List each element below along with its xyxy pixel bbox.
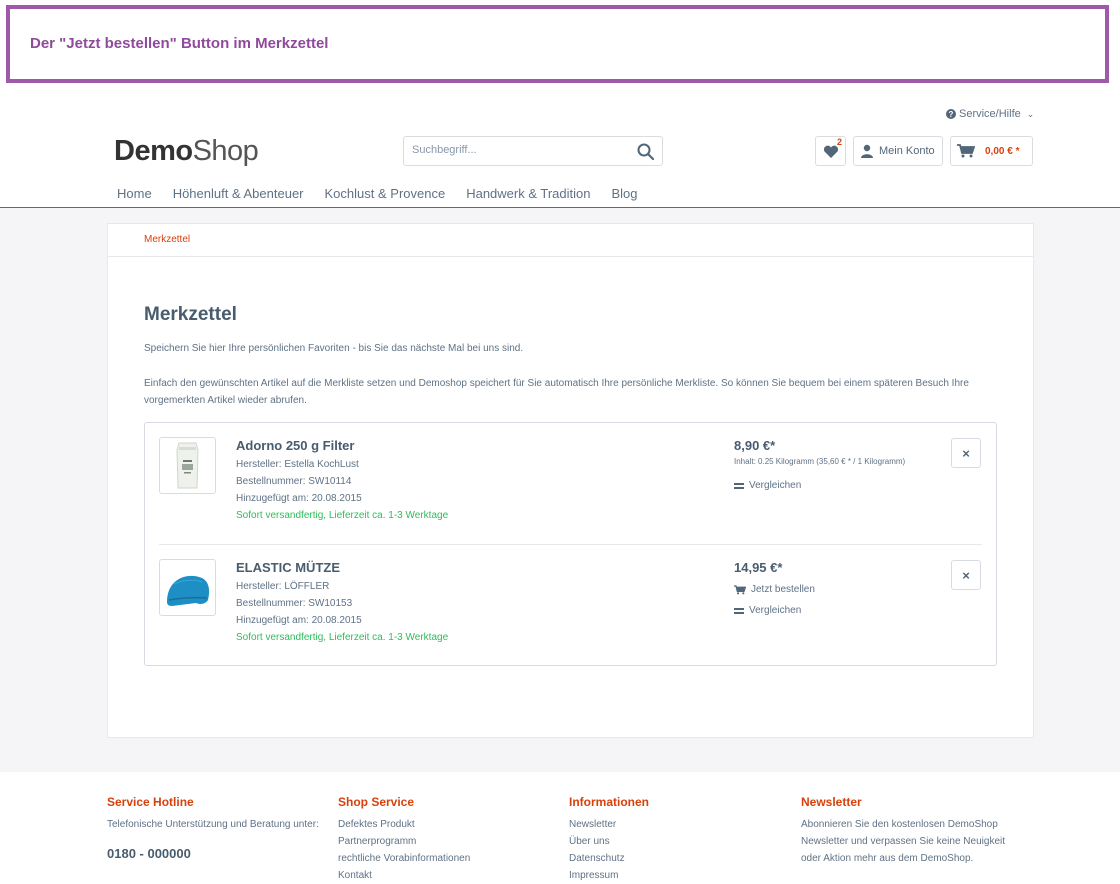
product-thumbnail[interactable] (159, 559, 216, 616)
product-manufacturer: Hersteller: Estella KochLust (236, 459, 359, 470)
wishlist: Adorno 250 g Filter Hersteller: Estella … (144, 422, 997, 666)
product-manufacturer: Hersteller: LÖFFLER (236, 581, 330, 592)
compare-label: Vergleichen (749, 480, 802, 491)
annotation-box: Der "Jetzt bestellen" Button im Merkzett… (6, 5, 1109, 83)
footer-text: Abonnieren Sie den kostenlosen DemoShop … (801, 819, 1005, 864)
remove-button[interactable]: × (951, 438, 981, 468)
page-description-extended: Einfach den gewünschten Artikel auf die … (144, 378, 969, 406)
footer-link[interactable]: Defektes Produkt (338, 816, 558, 833)
product-added-date: Hinzugefügt am: 20.08.2015 (236, 493, 362, 504)
product-shipping-status: Sofort versandfertig, Lieferzeit ca. 1-3… (236, 632, 449, 643)
search-input[interactable] (412, 144, 632, 156)
footer-link[interactable]: Partnerprogramm (338, 833, 558, 850)
search-icon[interactable] (636, 142, 656, 162)
product-order-number: Bestellnummer: SW10114 (236, 476, 352, 487)
product-info: ELASTIC MÜTZE Hersteller: LÖFFLER Bestel… (236, 560, 448, 649)
coffee-bag-image (176, 442, 199, 489)
cart-amount: 0,00 € * (985, 145, 1020, 157)
footer-service-hotline: Service Hotline Telefonische Unterstützu… (107, 795, 327, 862)
footer-heading: Shop Service (338, 795, 415, 809)
product-name[interactable]: Adorno 250 g Filter (236, 438, 448, 453)
nav-item-kochlust[interactable]: Kochlust & Provence (325, 186, 446, 201)
annotation-text: Der "Jetzt bestellen" Button im Merkzett… (30, 35, 329, 52)
product-shipping-status: Sofort versandfertig, Lieferzeit ca. 1-3… (236, 510, 449, 521)
service-help-label: Service/Hilfe (959, 108, 1021, 120)
footer-informationen: Informationen Newsletter Über uns Datens… (569, 795, 789, 884)
footer-link[interactable]: Über uns (569, 833, 789, 850)
footer-link[interactable]: rechtliche Vorabinformationen (338, 850, 558, 867)
footer-heading: Service Hotline (107, 795, 194, 809)
order-now-button[interactable]: Jetzt bestellen (734, 579, 815, 600)
logo-light: Shop (192, 135, 259, 167)
compare-link[interactable]: Vergleichen (734, 475, 905, 496)
product-price-area: 14,95 €* Jetzt bestellen Vergleichen (734, 560, 815, 621)
footer-link[interactable]: Newsletter (569, 816, 789, 833)
product-price-area: 8,90 €* Inhalt: 0.25 Kilogramm (35,60 € … (734, 438, 905, 496)
product-price: 8,90 €* (734, 438, 776, 453)
footer-link[interactable]: Datenschutz (569, 850, 789, 867)
product-name[interactable]: ELASTIC MÜTZE (236, 560, 448, 575)
cart-icon (957, 144, 975, 158)
nav-item-home[interactable]: Home (117, 186, 152, 201)
user-icon (861, 144, 873, 158)
question-icon: ? (946, 109, 956, 119)
search-box (403, 136, 663, 166)
chevron-down-icon: ⌄ (1026, 108, 1035, 119)
service-help-link[interactable]: ? Service/Hilfe ⌄ (946, 108, 1034, 120)
footer-text: Telefonische Unterstützung und Beratung … (107, 819, 319, 830)
compare-label: Vergleichen (749, 605, 802, 616)
product-unit-price: Inhalt: 0.25 Kilogramm (35,60 € * / 1 Ki… (734, 457, 906, 466)
page-description: Speichern Sie hier Ihre persönlichen Fav… (144, 343, 524, 354)
footer: Service Hotline Telefonische Unterstützu… (0, 772, 1120, 881)
product-thumbnail[interactable] (159, 437, 216, 494)
logo-bold: Demo (114, 135, 193, 167)
list-item: ELASTIC MÜTZE Hersteller: LÖFFLER Bestel… (145, 545, 996, 666)
beanie-image (167, 575, 210, 606)
product-info: Adorno 250 g Filter Hersteller: Estella … (236, 438, 448, 527)
product-added-date: Hinzugefügt am: 20.08.2015 (236, 615, 362, 626)
product-order-number: Bestellnummer: SW10153 (236, 598, 353, 609)
nav-item-hoehenluft[interactable]: Höhenluft & Abenteuer (173, 186, 304, 201)
nav-item-blog[interactable]: Blog (611, 186, 637, 201)
main-content: Merkzettel Merkzettel Speichern Sie hier… (107, 223, 1034, 738)
order-now-label: Jetzt bestellen (751, 584, 815, 595)
page-title: Merkzettel (144, 304, 237, 325)
remove-button[interactable]: × (951, 560, 981, 590)
cart-button[interactable]: 0,00 € * (950, 136, 1033, 166)
breadcrumb-divider (108, 256, 1033, 257)
product-price: 14,95 €* (734, 560, 783, 575)
footer-heading: Newsletter (801, 795, 862, 809)
cart-icon (734, 584, 746, 594)
compare-icon (734, 482, 744, 489)
footer-heading: Informationen (569, 795, 649, 809)
breadcrumb[interactable]: Merkzettel (144, 234, 190, 245)
footer-shop-service: Shop Service Defektes Produkt Partnerpro… (338, 795, 558, 884)
list-item: Adorno 250 g Filter Hersteller: Estella … (145, 423, 996, 545)
logo[interactable]: DemoShop (114, 135, 259, 168)
footer-newsletter: Newsletter Abonnieren Sie den kostenlose… (801, 795, 1021, 867)
account-label: Mein Konto (879, 145, 935, 157)
nav-item-handwerk[interactable]: Handwerk & Tradition (466, 186, 590, 201)
footer-phone: 0180 - 000000 (107, 846, 191, 861)
wishlist-count-badge: 2 (837, 137, 843, 147)
heart-icon (823, 145, 839, 158)
compare-link[interactable]: Vergleichen (734, 600, 815, 621)
main-navigation: Home Höhenluft & Abenteuer Kochlust & Pr… (117, 186, 659, 201)
compare-icon (734, 607, 744, 614)
wishlist-button[interactable]: 2 (815, 136, 846, 166)
account-button[interactable]: Mein Konto (853, 136, 943, 166)
